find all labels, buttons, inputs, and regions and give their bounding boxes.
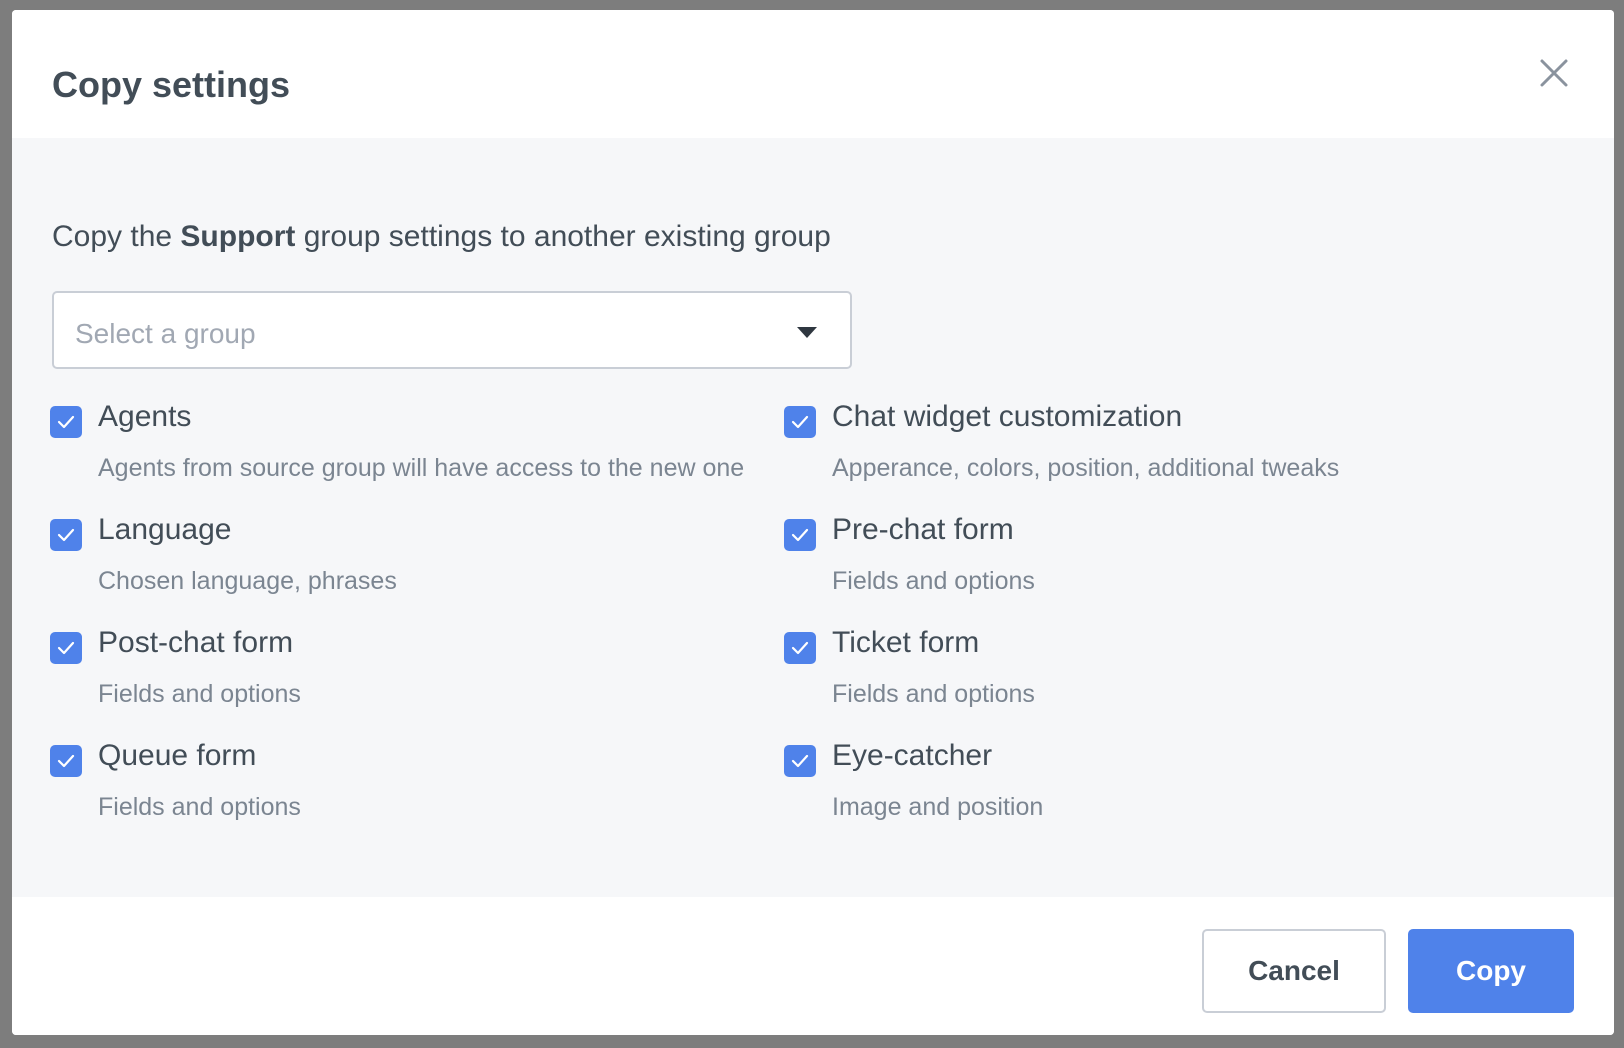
chevron-down-icon	[797, 327, 817, 338]
option-eye-catcher: Eye-catcher Image and position	[784, 739, 1504, 839]
option-description: Fields and options	[832, 567, 1035, 595]
intro-prefix: Copy the	[52, 220, 181, 253]
eye-catcher-checkbox[interactable]	[784, 745, 816, 777]
option-queue-form: Queue form Fields and options	[50, 739, 770, 839]
check-icon	[791, 528, 809, 542]
dialog-footer: Cancel Copy	[12, 897, 1614, 1035]
close-icon	[1540, 59, 1568, 87]
option-pre-chat-form: Pre-chat form Fields and options	[784, 513, 1504, 613]
intro-text: Copy the Support group settings to anoth…	[52, 220, 831, 254]
ticket-form-checkbox[interactable]	[784, 632, 816, 664]
copy-button[interactable]: Copy	[1408, 929, 1574, 1013]
option-description: Chosen language, phrases	[98, 567, 397, 595]
check-icon	[57, 415, 75, 429]
pre-chat-form-checkbox[interactable]	[784, 519, 816, 551]
option-label: Post-chat form	[98, 626, 294, 659]
option-label: Pre-chat form	[832, 513, 1014, 546]
option-language: Language Chosen language, phrases	[50, 513, 770, 613]
option-description: Agents from source group will have acces…	[98, 454, 745, 482]
dialog-title: Copy settings	[52, 64, 291, 105]
option-label: Agents	[98, 400, 192, 433]
close-button[interactable]	[1534, 53, 1574, 93]
option-description: Fields and options	[832, 680, 1035, 708]
option-label: Ticket form	[832, 626, 980, 659]
check-icon	[791, 754, 809, 768]
option-label: Eye-catcher	[832, 739, 993, 772]
language-checkbox[interactable]	[50, 519, 82, 551]
check-icon	[57, 528, 75, 542]
option-post-chat-form: Post-chat form Fields and options	[50, 626, 770, 726]
source-group-name: Support	[180, 220, 296, 253]
check-icon	[57, 754, 75, 768]
intro-suffix: group settings to another existing group	[295, 220, 831, 253]
group-select-placeholder: Select a group	[75, 318, 256, 349]
check-icon	[57, 641, 75, 655]
option-description: Image and position	[832, 793, 1044, 821]
post-chat-form-checkbox[interactable]	[50, 632, 82, 664]
agents-checkbox[interactable]	[50, 406, 82, 438]
option-description: Fields and options	[98, 793, 301, 821]
option-chat-widget-customization: Chat widget customization Apperance, col…	[784, 400, 1504, 500]
option-ticket-form: Ticket form Fields and options	[784, 626, 1504, 726]
option-label: Queue form	[98, 739, 257, 772]
option-label: Chat widget customization	[832, 400, 1183, 433]
check-icon	[791, 415, 809, 429]
option-description: Fields and options	[98, 680, 301, 708]
check-icon	[791, 641, 809, 655]
option-agents: Agents Agents from source group will hav…	[50, 400, 770, 500]
option-description: Apperance, colors, position, additional …	[832, 454, 1340, 482]
dialog-header: Copy settings	[12, 10, 1614, 138]
group-select[interactable]: Select a group	[52, 291, 852, 369]
chat-widget-customization-checkbox[interactable]	[784, 406, 816, 438]
option-label: Language	[98, 513, 232, 546]
dialog-body: Copy the Support group settings to anoth…	[12, 138, 1614, 897]
copy-settings-dialog: Copy settings Copy the Support group set…	[12, 10, 1614, 1035]
cancel-button[interactable]: Cancel	[1202, 929, 1386, 1013]
queue-form-checkbox[interactable]	[50, 745, 82, 777]
